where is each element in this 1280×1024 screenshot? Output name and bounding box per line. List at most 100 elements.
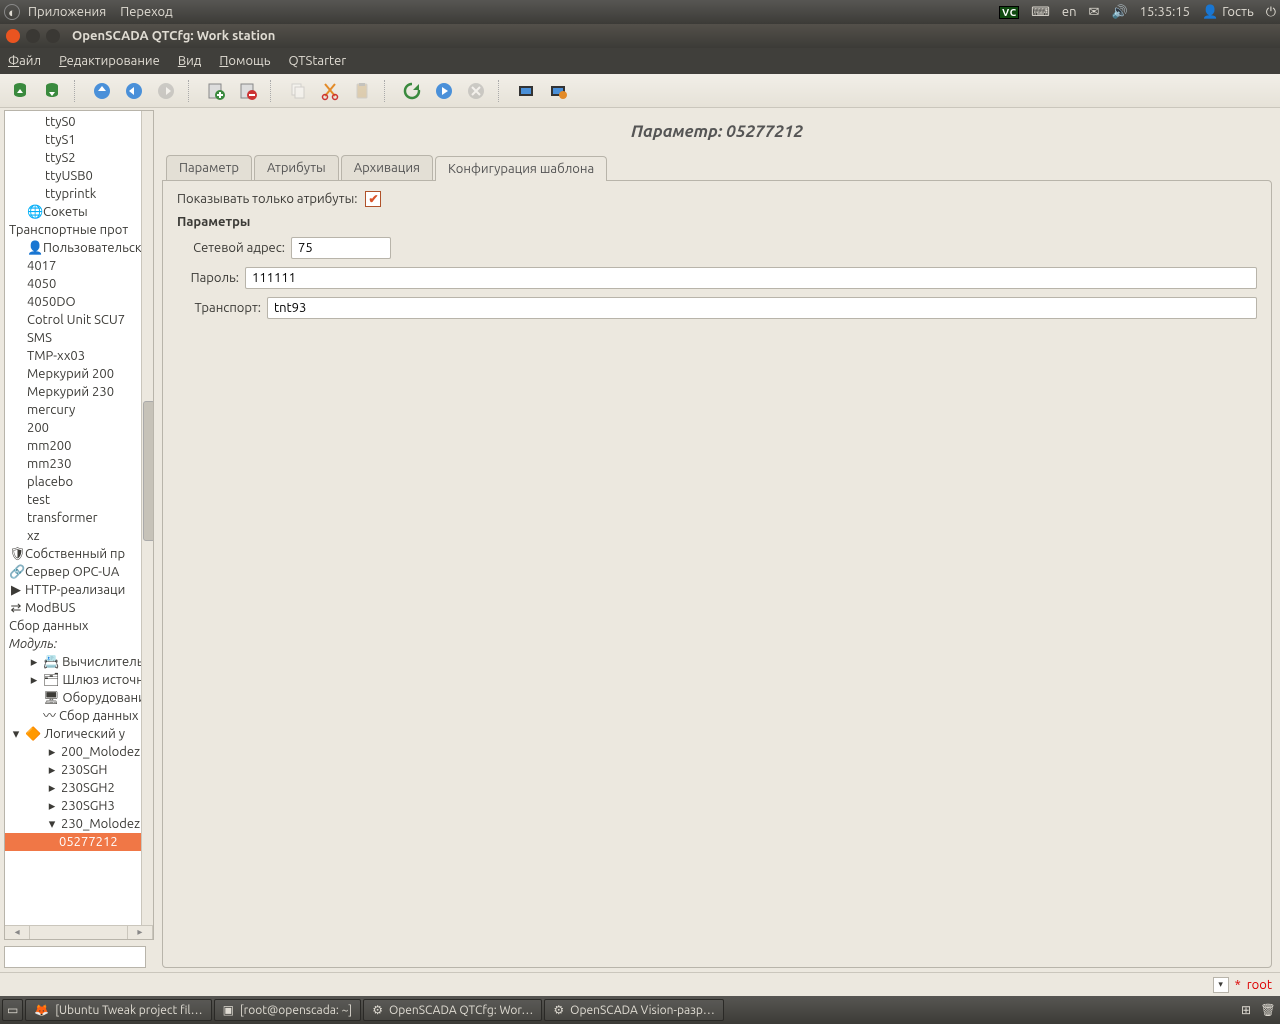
tree-item[interactable]: mm200 (5, 437, 153, 455)
item-del-icon[interactable] (234, 77, 262, 105)
tree-item[interactable]: mercury (5, 401, 153, 419)
tree-item[interactable]: Cotrol Unit SCU7 (5, 311, 153, 329)
refresh-icon[interactable] (398, 77, 426, 105)
password-label: Пароль: (185, 271, 239, 285)
tree-item[interactable]: ttyS0 (5, 113, 153, 131)
nav-up-icon[interactable] (88, 77, 116, 105)
tree-item-own-proto[interactable]: 🛡Собственный пр (5, 545, 153, 563)
tree-item-modbus[interactable]: ⇄ModBUS (5, 599, 153, 617)
paste-icon[interactable] (348, 77, 376, 105)
tree-item[interactable]: 200 (5, 419, 153, 437)
window-close-button[interactable] (6, 29, 20, 43)
password-input[interactable] (245, 267, 1257, 289)
clock[interactable]: 15:35:15 (1140, 5, 1190, 19)
item-add-icon[interactable] (202, 77, 230, 105)
workspace-switcher[interactable]: ⊞ (1236, 1000, 1256, 1020)
keyboard-lang[interactable]: en (1062, 5, 1077, 19)
tree-search-input[interactable] (4, 946, 146, 968)
nav-back-icon[interactable] (120, 77, 148, 105)
tree-item[interactable]: xz (5, 527, 153, 545)
tree-item-calc[interactable]: ▸📇 Вычислитель (5, 653, 153, 671)
tree-item[interactable]: ▾230_Molodezn (5, 815, 153, 833)
menu-qtstarter[interactable]: QTStarter (288, 54, 346, 68)
show-desktop-button[interactable]: ▭ (2, 999, 23, 1021)
tree-item[interactable]: SMS (5, 329, 153, 347)
taskbar-item-4[interactable]: ⚙OpenSCADA Vision-разр… (544, 999, 723, 1021)
transport-input[interactable] (267, 297, 1257, 319)
stop-icon[interactable] (462, 77, 490, 105)
vnc-icon[interactable]: V C (999, 6, 1019, 19)
user-menu[interactable]: 👤 Гость (1202, 5, 1254, 20)
tree-item-sockets[interactable]: 🌐Сокеты (5, 203, 153, 221)
splitter[interactable] (154, 108, 160, 972)
places-menu[interactable]: Переход (120, 5, 173, 19)
tree-item[interactable]: test (5, 491, 153, 509)
tree-item-data[interactable]: 〰 Сбор данных (5, 707, 153, 725)
window-minimize-button[interactable] (26, 29, 40, 43)
tree-item-http[interactable]: ▶HTTP-реализаци (5, 581, 153, 599)
tree-item[interactable]: ▸230SGH (5, 761, 153, 779)
tree-item[interactable]: TMP-xx03 (5, 347, 153, 365)
taskbar-item-1[interactable]: 🦊[Ubuntu Tweak project fil… (25, 999, 211, 1021)
menu-help[interactable]: Помощь (219, 54, 270, 68)
window-maximize-button[interactable] (46, 29, 60, 43)
status-combo[interactable]: ▾ (1213, 977, 1229, 993)
tree-item[interactable]: ttyprintk (5, 185, 153, 203)
tab-archiving[interactable]: Архивация (341, 155, 433, 180)
db-load-icon[interactable] (6, 77, 34, 105)
tree-item-selected[interactable]: 05277212 (5, 833, 153, 851)
tree-item[interactable]: transformer (5, 509, 153, 527)
menu-view[interactable]: Вид (178, 54, 202, 68)
tree-item[interactable]: ▸230SGH2 (5, 779, 153, 797)
cut-icon[interactable] (316, 77, 344, 105)
tree-item-user[interactable]: 👤Пользовательск (5, 239, 153, 257)
run-icon[interactable] (430, 77, 458, 105)
tree-hscroll[interactable]: ◂▸ (5, 925, 153, 939)
ubuntu-logo-icon[interactable]: ◐ (4, 4, 20, 20)
tab-template-config[interactable]: Конфигурация шаблона (435, 156, 607, 181)
db-save-icon[interactable] (38, 77, 66, 105)
mail-icon[interactable]: ✉ (1089, 5, 1100, 20)
tree-item[interactable]: ▸200_Molodezn (5, 743, 153, 761)
tree-item-module[interactable]: Модуль: (5, 635, 153, 653)
tree-item[interactable]: 4050 (5, 275, 153, 293)
window-titlebar[interactable]: OpenSCADA QTCfg: Work station (0, 24, 1280, 48)
volume-icon[interactable]: 🔊 (1111, 5, 1127, 20)
nav-forward-icon[interactable] (152, 77, 180, 105)
tree-item[interactable]: ▸230SGH3 (5, 797, 153, 815)
net-addr-input[interactable] (291, 237, 391, 259)
copy-icon[interactable] (284, 77, 312, 105)
power-icon[interactable]: ⏻ (1266, 5, 1276, 20)
tree-item[interactable]: placebo (5, 473, 153, 491)
tree-item-opcua[interactable]: 🔗Сервер OPC-UA (5, 563, 153, 581)
tab-attributes[interactable]: Атрибуты (254, 155, 339, 180)
keyboard-icon[interactable]: ⌨ (1031, 5, 1050, 20)
tree-content[interactable]: ttyS0 ttyS1 ttyS2 ttyUSB0 ttyprintk 🌐Сок… (5, 111, 153, 853)
tree-item-data-acq[interactable]: Сбор данных (5, 617, 153, 635)
tree-item[interactable]: mm230 (5, 455, 153, 473)
station-2-icon[interactable] (544, 77, 572, 105)
scrollbar-thumb[interactable] (143, 401, 154, 541)
tree-panel[interactable]: ttyS0 ttyS1 ttyS2 ttyUSB0 ttyprintk 🌐Сок… (4, 110, 154, 940)
tree-item-gate[interactable]: ▸🗂 Шлюз источн (5, 671, 153, 689)
tree-item[interactable]: Меркурий 230 (5, 383, 153, 401)
menu-file[interactable]: Файл (8, 54, 41, 68)
tree-item[interactable]: ttyS2 (5, 149, 153, 167)
tab-parameter[interactable]: Параметр (166, 155, 252, 180)
tree-scrollbar[interactable] (141, 111, 154, 939)
tree-item[interactable]: Меркурий 200 (5, 365, 153, 383)
tree-item-logic[interactable]: ▾🔶 Логический у (5, 725, 153, 743)
menu-edit[interactable]: Редактирование (59, 54, 160, 68)
tree-item-equip[interactable]: 🖥 Оборудовани (5, 689, 153, 707)
trash-icon[interactable]: 🗑 (1258, 1000, 1278, 1020)
tree-item[interactable]: 4017 (5, 257, 153, 275)
station-1-icon[interactable] (512, 77, 540, 105)
taskbar-item-2[interactable]: ▣[root@openscada: ~] (214, 999, 362, 1021)
show-attrs-checkbox[interactable] (365, 191, 381, 207)
tree-item[interactable]: 4050DO (5, 293, 153, 311)
apps-menu[interactable]: Приложения (28, 5, 106, 19)
taskbar-item-3[interactable]: ⚙OpenSCADA QTCfg: Wor… (363, 999, 542, 1021)
tree-item[interactable]: ttyS1 (5, 131, 153, 149)
tree-item[interactable]: ttyUSB0 (5, 167, 153, 185)
tree-item-transport-proto[interactable]: Транспортные прот (5, 221, 153, 239)
